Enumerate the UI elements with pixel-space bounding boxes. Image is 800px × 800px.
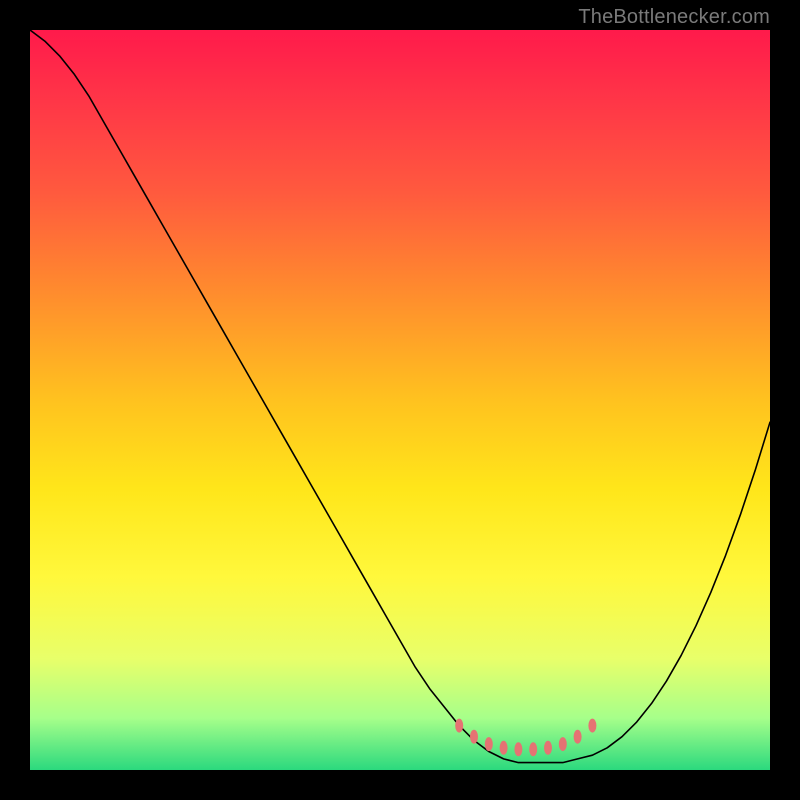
marker-optimal-zone-markers: [574, 730, 582, 744]
marker-optimal-zone-markers: [529, 742, 537, 756]
attribution-text: TheBottlenecker.com: [578, 6, 770, 29]
marker-optimal-zone-markers: [470, 730, 478, 744]
chart-svg: [30, 30, 770, 770]
marker-optimal-zone-markers: [544, 741, 552, 755]
marker-optimal-zone-markers: [485, 737, 493, 751]
chart-background-gradient: [30, 30, 770, 770]
marker-optimal-zone-markers: [588, 719, 596, 733]
marker-optimal-zone-markers: [455, 719, 463, 733]
marker-optimal-zone-markers: [514, 742, 522, 756]
marker-optimal-zone-markers: [559, 737, 567, 751]
chart-plot-area: [30, 30, 770, 770]
marker-optimal-zone-markers: [500, 741, 508, 755]
